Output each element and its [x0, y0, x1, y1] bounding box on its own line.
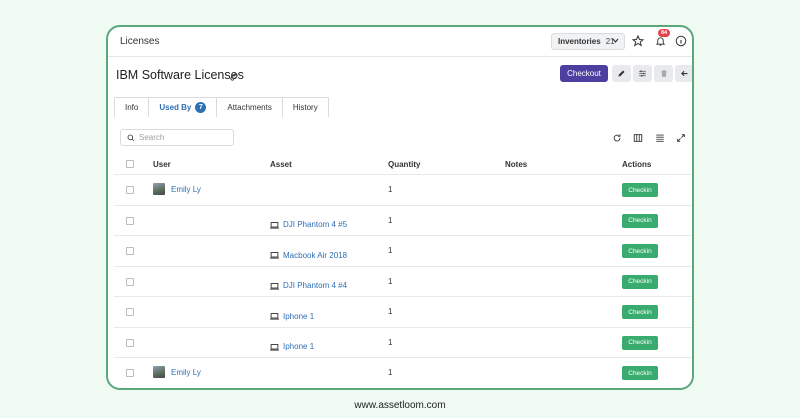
asset-link[interactable]: Macbook Air 2018 [283, 251, 347, 260]
used-by-table: User Asset Quantity Notes Actions Emily … [114, 153, 692, 388]
checkin-button[interactable]: Checkin [622, 213, 658, 228]
checkin-button[interactable]: Checkin [622, 366, 658, 380]
row-checkbox[interactable] [126, 308, 134, 316]
quantity-value: 1 [388, 185, 393, 194]
adjust-button[interactable] [633, 65, 652, 82]
avatar [153, 366, 165, 378]
tab-label: Used By [159, 102, 192, 112]
pencil-icon [617, 65, 626, 83]
search-box [120, 129, 234, 146]
checkin-button[interactable]: Checkin [622, 305, 658, 319]
quantity-value: 1 [388, 276, 393, 286]
search-icon [127, 129, 135, 147]
tab-used-by[interactable]: Used By 7 [148, 97, 218, 117]
user-cell[interactable]: Emily Ly [153, 183, 201, 195]
row-checkbox[interactable] [126, 216, 134, 225]
delete-button[interactable] [654, 65, 673, 82]
row-checkbox[interactable] [126, 369, 134, 377]
quantity-value: 1 [388, 337, 393, 347]
info-icon[interactable] [673, 33, 689, 49]
tab-attachments[interactable]: Attachments [216, 97, 283, 117]
notification-badge: 84 [658, 29, 671, 37]
asset-cell[interactable]: Iphone 1 [270, 338, 314, 356]
laptop-icon [270, 277, 279, 295]
asset-cell[interactable]: Macbook Air 2018 [270, 246, 347, 264]
row-checkbox[interactable] [126, 277, 134, 286]
edit-button[interactable] [612, 65, 631, 82]
back-button[interactable] [675, 65, 692, 83]
refresh-icon[interactable] [611, 132, 623, 144]
checkin-button[interactable]: Checkin [622, 244, 658, 258]
column-header-actions: Actions [622, 160, 652, 169]
checkin-button[interactable]: Checkin [622, 183, 658, 197]
column-header-quantity[interactable]: Quantity [388, 160, 420, 169]
row-checkbox[interactable] [126, 247, 134, 255]
columns-icon[interactable] [632, 132, 644, 144]
table-row: DJI Phantom 4 #4 1 Checkin [114, 267, 692, 297]
chevron-down-icon [612, 36, 619, 47]
select-all-checkbox[interactable] [126, 160, 134, 168]
laptop-icon [270, 216, 279, 234]
asset-link[interactable]: DJI Phantom 4 #5 [283, 220, 347, 229]
user-link[interactable]: Emily Ly [171, 185, 201, 194]
table-row: DJI Phantom 4 #5 1 Checkin [114, 206, 692, 236]
checkin-button[interactable]: Checkin [622, 274, 658, 289]
laptop-icon [270, 338, 279, 356]
quantity-value: 1 [388, 215, 393, 225]
page-title: IBM Software Licenses [116, 68, 244, 82]
tab-count-badge: 7 [195, 102, 207, 113]
breadcrumb[interactable]: Licenses [120, 36, 159, 47]
user-cell[interactable]: Emily Ly [153, 366, 201, 378]
top-bar: Licenses Inventories 21 84 [108, 27, 692, 57]
avatar [153, 183, 165, 195]
asset-cell[interactable]: DJI Phantom 4 #4 [270, 277, 347, 295]
quantity-value: 1 [388, 246, 393, 255]
table-row: Macbook Air 2018 1 Checkin [114, 236, 692, 267]
footer-url: www.assetloom.com [354, 400, 446, 411]
tab-info[interactable]: Info [114, 97, 150, 117]
tab-bar: Info Used By 7 Attachments History [114, 97, 329, 117]
tab-history[interactable]: History [281, 97, 329, 117]
asset-cell[interactable]: DJI Phantom 4 #5 [270, 216, 347, 234]
link-icon[interactable] [229, 69, 239, 87]
column-header-asset[interactable]: Asset [270, 160, 292, 169]
checkin-button[interactable]: Checkin [622, 335, 658, 350]
table-row: Iphone 1 1 Checkin [114, 297, 692, 328]
checkout-button[interactable]: Checkout [560, 65, 608, 82]
quantity-value: 1 [388, 307, 393, 316]
inventories-select[interactable]: Inventories 21 [551, 33, 625, 50]
tab-label: Attachments [227, 102, 272, 112]
column-header-user[interactable]: User [153, 160, 171, 169]
table-header: User Asset Quantity Notes Actions [114, 153, 692, 175]
user-link[interactable]: Emily Ly [171, 368, 201, 377]
column-header-notes[interactable]: Notes [505, 160, 527, 169]
asset-link[interactable]: Iphone 1 [283, 342, 314, 351]
asset-link[interactable]: DJI Phantom 4 #4 [283, 281, 347, 290]
search-input[interactable] [139, 133, 229, 142]
laptop-icon [270, 246, 279, 264]
asset-link[interactable]: Iphone 1 [283, 312, 314, 321]
table-row: Emily Ly 1 Checkin [114, 358, 692, 388]
tab-label: History [292, 102, 318, 112]
row-checkbox[interactable] [126, 338, 134, 347]
tab-label: Info [125, 102, 139, 112]
sliders-icon [638, 65, 647, 83]
star-icon[interactable] [630, 33, 646, 49]
inventories-label: Inventories [558, 37, 601, 46]
density-icon[interactable] [654, 132, 666, 144]
table-row: Emily Ly 1 Checkin [114, 175, 692, 206]
app-window: Licenses Inventories 21 84 IBM Software … [106, 25, 694, 390]
laptop-icon [270, 307, 279, 325]
asset-cell[interactable]: Iphone 1 [270, 307, 314, 325]
fullscreen-icon[interactable] [675, 132, 687, 144]
row-checkbox[interactable] [126, 186, 134, 194]
table-row: Iphone 1 1 Checkin [114, 328, 692, 358]
trash-icon [660, 65, 668, 83]
quantity-value: 1 [388, 368, 393, 377]
arrow-left-icon [680, 65, 689, 83]
